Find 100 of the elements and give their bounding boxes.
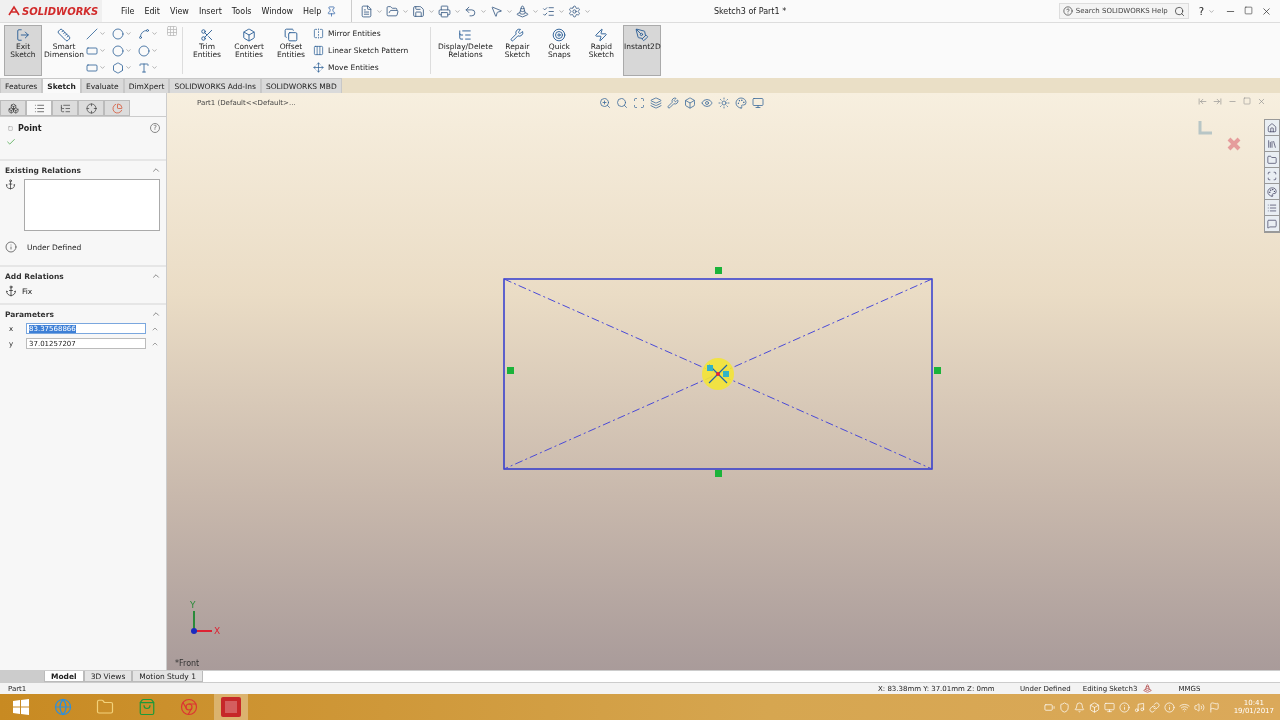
shield-icon[interactable] — [1058, 701, 1070, 713]
printer-icon[interactable] — [438, 4, 452, 18]
restore-icon[interactable] — [1243, 97, 1251, 105]
polygon-icon[interactable] — [112, 61, 124, 74]
pin-icon[interactable] — [326, 5, 338, 17]
line-icon[interactable] — [86, 27, 98, 40]
parts-icon — [7, 102, 19, 114]
caret-icon[interactable] — [151, 64, 158, 71]
caret-icon[interactable] — [99, 64, 106, 71]
maximize-icon[interactable] — [1244, 5, 1253, 15]
monitor-icon[interactable] — [1103, 701, 1115, 713]
relation-marker — [507, 367, 514, 374]
caret-icon[interactable] — [480, 7, 488, 15]
panel-tab[interactable] — [26, 100, 52, 116]
panel-right-icon[interactable] — [1213, 97, 1222, 106]
bell-icon[interactable] — [1073, 701, 1085, 713]
point-icon — [8, 125, 13, 131]
undo-icon[interactable] — [464, 4, 478, 18]
panel-tab[interactable] — [0, 100, 26, 116]
pointer-icon[interactable] — [490, 4, 504, 18]
music-icon[interactable] — [1133, 701, 1145, 713]
ok-icon[interactable] — [6, 137, 16, 147]
slot-icon[interactable] — [86, 61, 98, 74]
trim-icon — [200, 28, 214, 42]
task-pane-button[interactable] — [1265, 216, 1279, 232]
task-pane-button[interactable] — [1265, 200, 1279, 216]
menu-item[interactable]: Help — [298, 6, 327, 16]
text-icon[interactable] — [138, 61, 150, 74]
close-icon[interactable] — [1261, 5, 1272, 17]
folder-icon[interactable] — [386, 4, 400, 18]
task-pane-button[interactable] — [1265, 168, 1279, 184]
document-icon[interactable] — [360, 4, 374, 18]
help-button[interactable]: ? — [1198, 5, 1204, 17]
menu-item[interactable]: Window — [256, 6, 299, 16]
task-pane-button[interactable] — [1265, 136, 1279, 152]
panel-tab[interactable] — [104, 100, 130, 116]
task-pane-button[interactable] — [1265, 120, 1279, 136]
wifi-icon[interactable] — [1178, 701, 1190, 713]
menu-item[interactable]: Edit — [139, 6, 165, 16]
caret-icon[interactable] — [99, 47, 106, 54]
caret-icon[interactable] — [584, 7, 592, 15]
eye-icon[interactable] — [701, 97, 713, 109]
zoom-area-icon[interactable] — [616, 97, 628, 109]
list-icon[interactable] — [542, 4, 556, 18]
save-icon[interactable] — [412, 4, 426, 18]
relations-list[interactable] — [24, 179, 160, 231]
caret-icon[interactable] — [151, 30, 158, 37]
light-icon[interactable] — [718, 97, 730, 109]
panel-tab[interactable] — [78, 100, 104, 116]
circle-icon[interactable] — [112, 27, 124, 40]
info-icon[interactable] — [1118, 701, 1130, 713]
cube-icon — [242, 28, 256, 42]
monitor-icon[interactable] — [752, 97, 764, 109]
task-pane-button[interactable] — [1265, 152, 1279, 168]
brand-name: SOLIDWORKS — [22, 5, 99, 17]
panel-left-icon[interactable] — [1198, 97, 1207, 106]
link-icon[interactable] — [1148, 701, 1160, 713]
caret-icon[interactable] — [125, 30, 132, 37]
list-icon — [1267, 202, 1277, 213]
layers-icon[interactable] — [650, 97, 662, 109]
speaker-icon[interactable] — [1193, 701, 1205, 713]
confirmation-corner-icon[interactable] — [1198, 121, 1241, 151]
caret-icon[interactable] — [506, 7, 514, 15]
caret-icon[interactable] — [532, 7, 540, 15]
caret-icon[interactable] — [99, 30, 106, 37]
caret-icon[interactable] — [1208, 7, 1215, 15]
taskbar-app[interactable] — [214, 694, 248, 720]
menu-item[interactable]: View — [164, 6, 194, 16]
caret-icon[interactable] — [428, 7, 436, 15]
alert-icon[interactable] — [1163, 701, 1175, 713]
menu-item[interactable]: File — [116, 6, 140, 16]
palette-icon[interactable] — [735, 97, 747, 109]
anchor-icon[interactable] — [5, 285, 17, 297]
selected-point-marker[interactable] — [702, 358, 734, 390]
collapse-icon[interactable] — [151, 165, 161, 175]
menu-item[interactable]: Tools — [226, 6, 257, 16]
caret-icon[interactable] — [376, 7, 384, 15]
collapse-icon[interactable] — [151, 271, 161, 281]
panel-tab[interactable] — [52, 100, 78, 116]
flag-icon[interactable] — [1208, 701, 1220, 713]
crosshair-icon — [85, 102, 97, 114]
caret-icon[interactable] — [151, 47, 158, 54]
folder-icon — [96, 698, 114, 716]
caret-icon[interactable] — [125, 64, 132, 71]
caret-icon[interactable] — [454, 7, 462, 15]
offset-icon — [284, 28, 298, 42]
rectangle-icon[interactable] — [86, 44, 98, 57]
zoom-icon[interactable] — [599, 97, 611, 109]
caret-icon[interactable] — [125, 47, 132, 54]
caret-icon[interactable] — [558, 7, 566, 15]
home-icon — [1267, 122, 1277, 133]
task-pane-button[interactable] — [1265, 184, 1279, 200]
cube-icon[interactable] — [684, 97, 696, 109]
settings-icon[interactable] — [568, 4, 582, 18]
spline-icon[interactable] — [138, 27, 150, 40]
caret-icon[interactable] — [402, 7, 410, 15]
relations-icon — [458, 28, 473, 42]
tools-icon[interactable] — [667, 97, 679, 109]
menu-item[interactable]: Insert — [193, 6, 227, 16]
collapse-icon[interactable] — [151, 309, 161, 319]
